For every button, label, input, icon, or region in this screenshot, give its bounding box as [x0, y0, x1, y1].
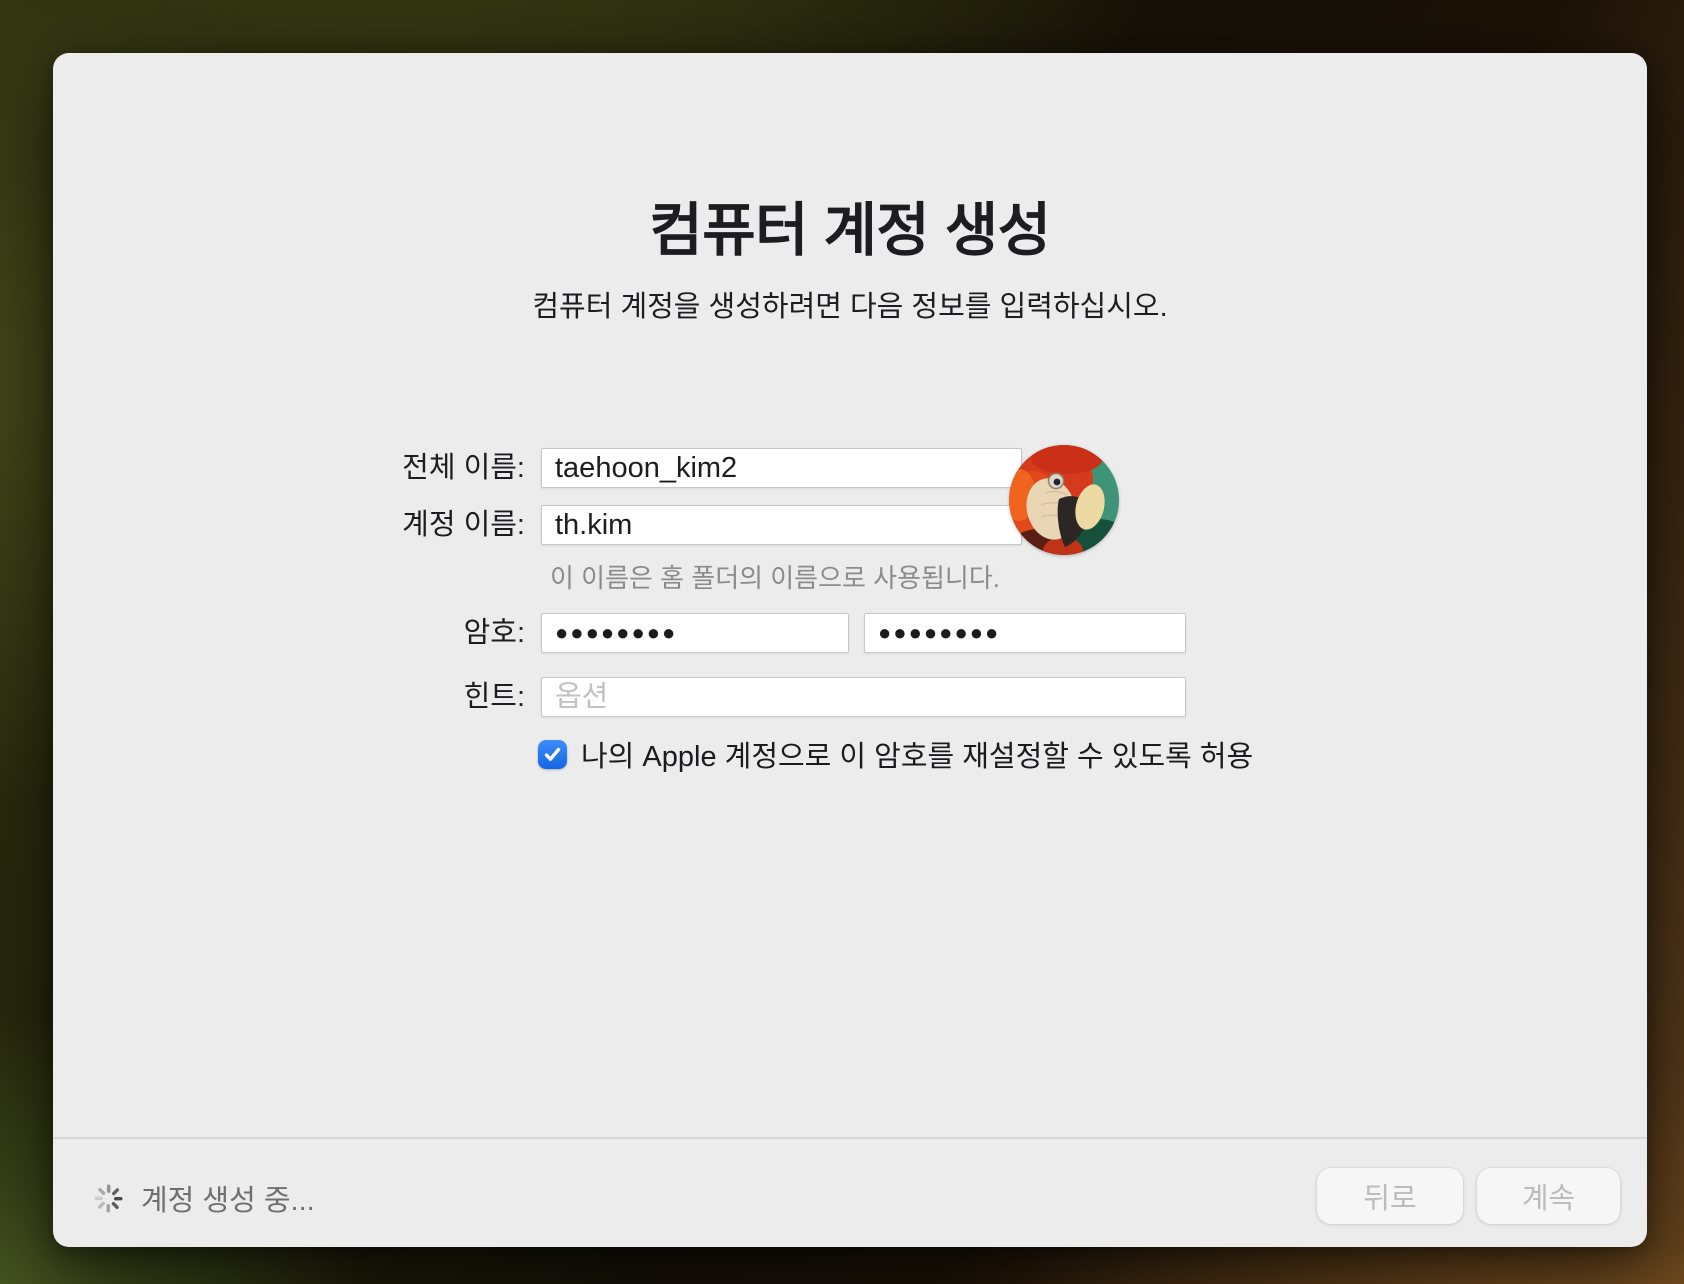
apple-id-reset-label: 나의 Apple 계정으로 이 암호를 재설정할 수 있도록 허용 [581, 733, 1253, 775]
status-row: 계정 생성 중... [93, 1177, 315, 1219]
account-name-input[interactable] [541, 505, 1022, 545]
account-name-helper-text: 이 이름은 홈 폴더의 이름으로 사용됩니다. [550, 558, 1000, 595]
page-subtitle: 컴퓨터 계정을 생성하려면 다음 정보를 입력하십시오. [53, 283, 1647, 325]
password-verify-input[interactable] [864, 613, 1186, 653]
account-avatar[interactable] [1009, 445, 1119, 555]
apple-id-reset-row: 나의 Apple 계정으로 이 암호를 재설정할 수 있도록 허용 [538, 733, 1253, 775]
password-label: 암호: [285, 613, 525, 653]
hint-label: 힌트: [285, 677, 525, 717]
full-name-input[interactable] [541, 448, 1022, 488]
back-button[interactable]: 뒤로 [1317, 1168, 1463, 1224]
parrot-photo-icon [1009, 445, 1119, 555]
page-title: 컴퓨터 계정 생성 [53, 183, 1647, 267]
full-name-label: 전체 이름: [285, 448, 525, 488]
continue-button[interactable]: 계속 [1477, 1168, 1620, 1224]
apple-id-reset-checkbox[interactable] [538, 740, 567, 769]
hint-input[interactable] [541, 677, 1186, 717]
account-name-label: 계정 이름: [285, 505, 525, 545]
footer-divider [53, 1137, 1647, 1139]
spinner-icon [93, 1183, 124, 1214]
desktop-background: { "window": { "title": "컴퓨터 계정 생성", "sub… [0, 0, 1684, 1284]
check-icon [543, 745, 562, 764]
setup-assistant-window: 컴퓨터 계정 생성 컴퓨터 계정을 생성하려면 다음 정보를 입력하십시오. 전… [53, 53, 1647, 1247]
status-text: 계정 생성 중... [141, 1177, 315, 1219]
password-input[interactable] [541, 613, 849, 653]
